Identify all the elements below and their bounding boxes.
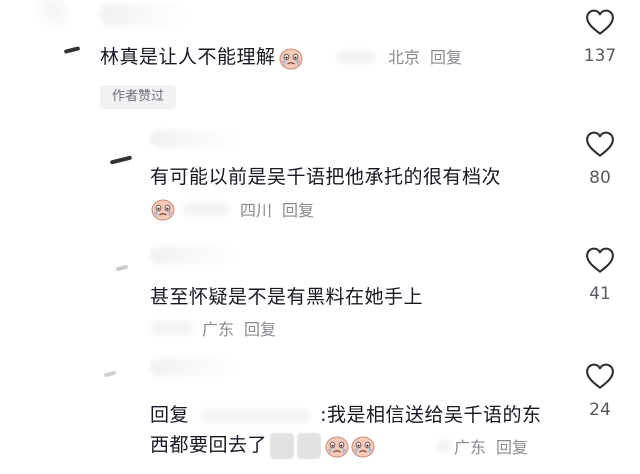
like-button[interactable]: 137 — [570, 8, 630, 66]
avatar-edge — [115, 264, 129, 272]
avatar-edge — [109, 155, 133, 165]
username[interactable] — [100, 4, 190, 26]
reply-button[interactable]: 回复 — [244, 316, 276, 340]
heart-outline-icon — [585, 246, 615, 274]
blurred-time — [336, 50, 376, 64]
comment-text: 有可能以前是吴千语把他承托的很有档次 — [150, 166, 502, 188]
location: 北京 — [388, 48, 421, 67]
comment-meta: 四川 回复 — [150, 196, 314, 222]
crying-face-emoji-icon — [350, 433, 376, 459]
comment-body: 林真是让人不能理解 — [100, 46, 276, 68]
crying-face-emoji-icon — [150, 196, 176, 222]
comment-body: :我是相信送给吴千语的东 — [320, 404, 542, 426]
comment-meta: 广东 回复 — [436, 434, 528, 458]
like-count: 80 — [589, 168, 611, 188]
heart-outline-icon — [585, 362, 615, 390]
like-count: 24 — [589, 400, 611, 420]
location: 广东 — [454, 438, 487, 457]
username[interactable] — [150, 246, 240, 264]
reply-button[interactable]: 回复 — [496, 434, 528, 458]
like-button[interactable]: 24 — [570, 362, 630, 420]
crying-face-emoji-icon — [324, 433, 350, 459]
username[interactable] — [150, 130, 240, 148]
crying-face-emoji-icon — [278, 45, 304, 71]
reply-button[interactable]: 回复 — [430, 44, 462, 68]
blurred-emoji-icon — [297, 432, 322, 459]
heart-outline-icon — [585, 130, 615, 158]
like-count: 137 — [583, 46, 617, 66]
location: 广东 — [202, 320, 235, 339]
comment-meta: 北京 回复 — [388, 44, 462, 68]
blurred-time — [436, 439, 452, 453]
username[interactable] — [150, 358, 240, 376]
avatar-edge — [63, 46, 81, 54]
comment-meta: 广东 回复 — [150, 316, 276, 340]
comment-text: 回复 :我是相信送给吴千语的东 — [150, 400, 542, 427]
location: 四川 — [240, 201, 273, 220]
like-button[interactable]: 41 — [570, 246, 630, 304]
comment-text: 林真是让人不能理解 — [100, 42, 304, 71]
comment-text: 甚至怀疑是不是有黑料在她手上 — [150, 286, 424, 308]
like-button[interactable]: 80 — [570, 130, 630, 188]
blurred-time — [150, 321, 194, 335]
comment-text-line2: 西都要回去了 — [150, 430, 376, 459]
like-count: 41 — [589, 284, 611, 304]
comment-body: 西都要回去了 — [150, 434, 268, 456]
reply-prefix: 回复 — [150, 404, 190, 426]
blurred-emoji-icon — [270, 432, 295, 459]
author-liked-badge: 作者赞过 — [100, 85, 176, 109]
blurred-time — [182, 202, 230, 216]
avatar[interactable] — [30, 0, 70, 34]
heart-outline-icon — [585, 8, 615, 36]
avatar-edge — [103, 370, 117, 378]
reply-button[interactable]: 回复 — [282, 197, 314, 221]
blurred-reply-target — [199, 408, 310, 423]
